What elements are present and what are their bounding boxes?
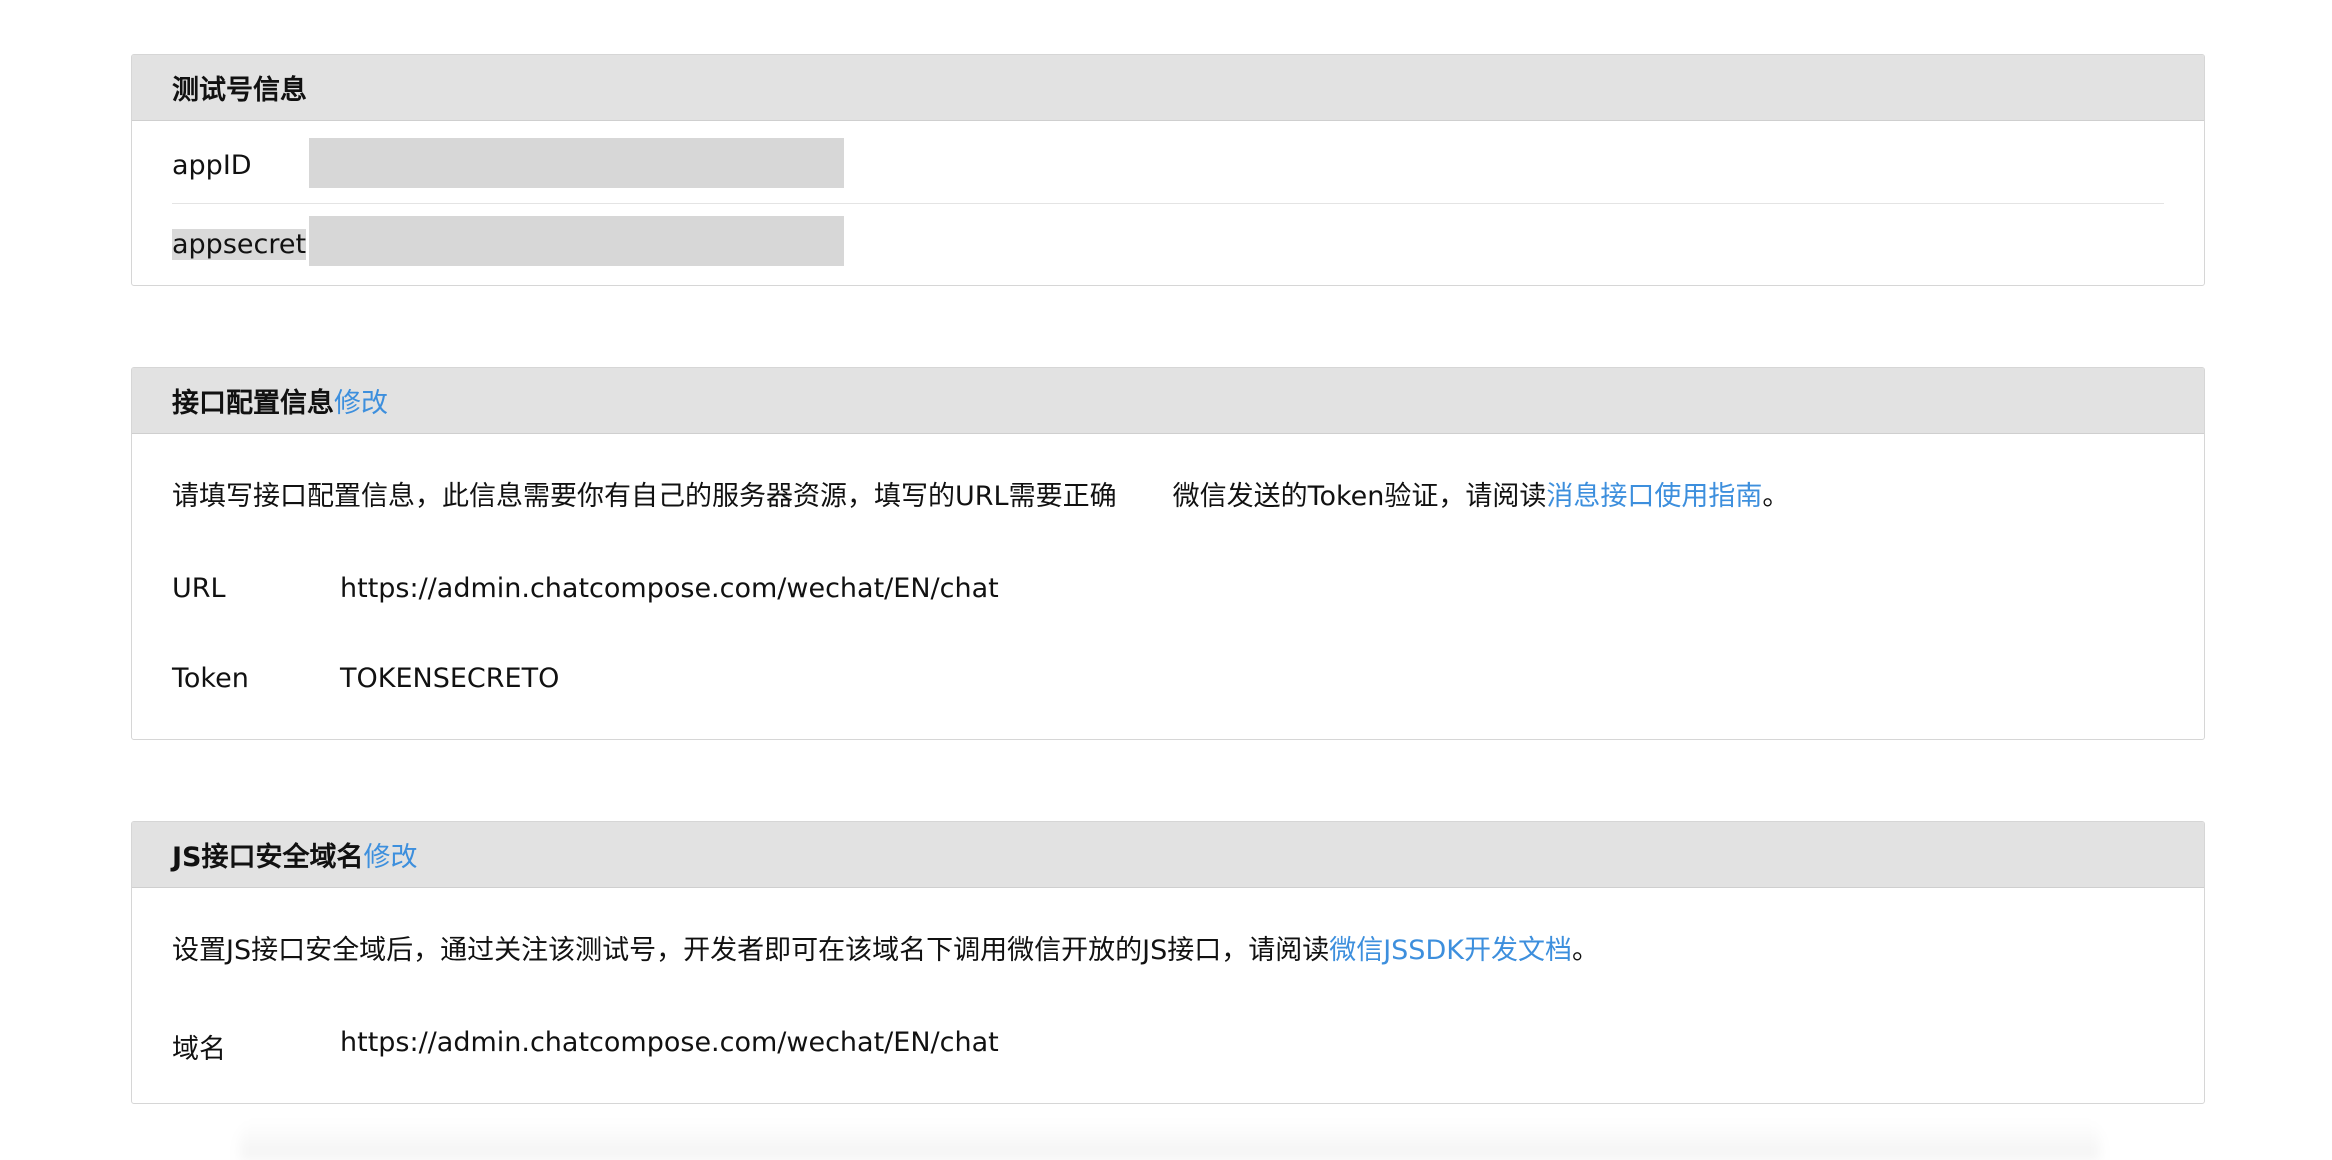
test-account-header: 测试号信息 [132, 55, 2204, 121]
js-domain-panel: JS接口安全域名 修改 设置JS接口安全域后，通过关注该测试号，开发者即可在该域名… [131, 821, 2205, 1104]
appsecret-value-redacted [309, 216, 844, 266]
appsecret-label: appsecret [172, 229, 307, 260]
token-value: TOKENSECRETO [340, 663, 560, 694]
domain-label: 域名 [172, 1034, 226, 1065]
appid-label: appID [172, 150, 252, 181]
interface-config-description: 请填写接口配置信息，此信息需要你有自己的服务器资源，填写的URL需要正确 微信发送… [172, 483, 1789, 510]
bottom-shadow [240, 1120, 2100, 1160]
interface-config-description-text-1: 请填写接口配置信息，此信息需要你有自己的服务器资源，填写的URL需要正确 [172, 481, 1117, 512]
js-domain-title: JS接口安全域名 [172, 842, 364, 873]
test-account-panel: 测试号信息 appID appsecret [131, 54, 2205, 286]
interface-config-panel: 接口配置信息 修改 请填写接口配置信息，此信息需要你有自己的服务器资源，填写的UR… [131, 367, 2205, 740]
js-domain-edit-link[interactable]: 修改 [364, 835, 418, 874]
domain-value: https://admin.chatcompose.com/wechat/EN/… [340, 1027, 999, 1058]
interface-config-header: 接口配置信息 修改 [132, 368, 2204, 434]
page: { "test_account": { "title": "测试号信息", "a… [0, 0, 2332, 1160]
jssdk-doc-link[interactable]: 微信JSSDK开发文档 [1329, 935, 1572, 966]
js-domain-header: JS接口安全域名 修改 [132, 822, 2204, 888]
appid-value-redacted [309, 138, 844, 188]
interface-config-description-text-2: 微信发送的Token验证，请阅读 [1172, 481, 1547, 512]
url-value: https://admin.chatcompose.com/wechat/EN/… [340, 573, 999, 604]
interface-config-title: 接口配置信息 [172, 388, 334, 419]
url-label: URL [172, 573, 226, 604]
interface-config-edit-link[interactable]: 修改 [334, 381, 388, 420]
appid-divider [172, 203, 2164, 204]
token-label: Token [172, 663, 249, 694]
js-domain-description: 设置JS接口安全域后，通过关注该测试号，开发者即可在该域名下调用微信开放的JS接… [172, 937, 1599, 964]
interface-config-description-end: 。 [1762, 481, 1790, 512]
js-domain-description-text: 设置JS接口安全域后，通过关注该测试号，开发者即可在该域名下调用微信开放的JS接… [172, 935, 1330, 966]
js-domain-description-end: 。 [1571, 935, 1599, 966]
message-interface-guide-link[interactable]: 消息接口使用指南 [1546, 481, 1762, 512]
test-account-title: 测试号信息 [172, 75, 307, 106]
